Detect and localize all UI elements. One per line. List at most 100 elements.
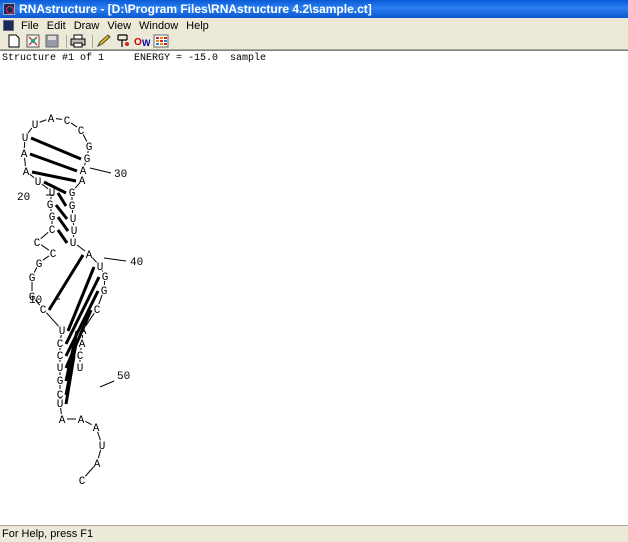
nucleotide-19: C <box>34 238 41 250</box>
index-label-30: 30 <box>114 169 127 181</box>
nucleotide-2: A <box>94 459 101 471</box>
index-label-40: 40 <box>130 257 143 269</box>
nucleotide-36: G <box>69 188 76 200</box>
backbone-link <box>40 244 50 251</box>
new-button[interactable] <box>6 34 22 49</box>
status-bar: For Help, press F1 <box>0 525 628 542</box>
menu-bar: File Edit Draw View Window Help <box>0 18 628 33</box>
nucleotide-39: U <box>71 226 78 238</box>
nucleotide-12: C <box>57 339 64 351</box>
backbone-link <box>45 312 60 327</box>
index-tick <box>103 257 127 262</box>
nucleotide-16: G <box>29 273 36 285</box>
backbone-link <box>42 255 50 261</box>
nucleotide-25: A <box>23 167 30 179</box>
menu-file[interactable]: File <box>17 20 43 32</box>
nucleotide-40: U <box>70 238 77 250</box>
nucleotide-41: A <box>86 250 93 262</box>
pencil-icon <box>96 34 111 48</box>
nucleotide-31: C <box>78 126 85 138</box>
nucleotide-24: U <box>35 177 42 189</box>
nucleotide-18: C <box>50 249 57 261</box>
title-bar: RNAstructure - [D:\Program Files\RNAstru… <box>0 0 628 18</box>
nucleotide-10: U <box>57 363 64 375</box>
save-icon <box>45 34 59 48</box>
nucleotide-17: G <box>36 259 43 271</box>
index-label-20: 20 <box>17 192 30 204</box>
nucleotide-48: C <box>77 351 84 363</box>
backbone-link <box>84 466 95 477</box>
open-icon <box>26 34 40 48</box>
nucleotide-35: A <box>79 176 86 188</box>
backbone-link <box>55 118 63 120</box>
nucleotide-49: U <box>77 363 84 375</box>
new-icon <box>8 34 20 48</box>
index-tick <box>89 167 112 174</box>
nucleotide-44: G <box>101 286 108 298</box>
menu-view[interactable]: View <box>103 20 135 32</box>
index-tick <box>99 380 115 388</box>
app-icon[interactable] <box>3 3 15 15</box>
dotplot-icon <box>153 34 169 48</box>
nucleotide-46: A <box>80 326 87 338</box>
nucleotide-20: C <box>49 225 56 237</box>
window-title: RNAstructure - [D:\Program Files\RNAstru… <box>19 2 372 16</box>
nucleotide-30: C <box>64 116 71 128</box>
toolbar-separator <box>92 34 93 48</box>
nucleotide-5: A <box>78 415 85 427</box>
menu-window[interactable]: Window <box>135 20 182 32</box>
nucleotide-11: C <box>57 351 64 363</box>
fold-button[interactable] <box>115 34 131 49</box>
nucleotide-23: U <box>49 188 56 200</box>
nucleotide-47: A <box>79 339 86 351</box>
nucleotide-21: G <box>49 212 56 224</box>
nucleotide-33: G <box>84 154 91 166</box>
nucleotide-43: G <box>102 272 109 284</box>
base-pair-bond <box>47 254 85 311</box>
base-pair-bond <box>56 192 68 207</box>
print-button[interactable] <box>70 34 86 49</box>
backbone-link <box>76 244 86 252</box>
structure-canvas[interactable]: Structure #1 of 1 ENERGY = -15.0 sample … <box>0 50 628 525</box>
nucleotide-13: U <box>59 326 66 338</box>
toolbar-separator <box>66 34 67 48</box>
nucleotide-28: U <box>32 120 39 132</box>
nucleotide-37: G <box>69 201 76 213</box>
base-pair-bond <box>54 204 69 220</box>
oligo-button[interactable]: OW <box>134 34 150 49</box>
nucleotide-22: G <box>47 200 54 212</box>
print-icon <box>70 34 86 48</box>
toolbar: OW <box>0 33 628 50</box>
fold-icon <box>117 34 129 47</box>
status-text: For Help, press F1 <box>2 528 94 540</box>
base-pair-bond <box>29 152 78 173</box>
nucleotide-27: U <box>22 133 29 145</box>
index-label-50: 50 <box>117 371 130 383</box>
nucleotide-9: G <box>57 376 64 388</box>
base-pair-bond <box>66 266 96 332</box>
menu-draw[interactable]: Draw <box>70 20 104 32</box>
pencil-button[interactable] <box>96 34 112 49</box>
save-button[interactable] <box>44 34 60 49</box>
open-button[interactable] <box>25 34 41 49</box>
menu-help[interactable]: Help <box>182 20 213 32</box>
nucleotide-8: C <box>57 390 64 402</box>
backbone-link <box>39 119 47 123</box>
document-icon[interactable] <box>3 20 14 31</box>
dotplot-button[interactable] <box>153 34 169 49</box>
index-label-10: 10 <box>29 295 42 307</box>
svg-text:O: O <box>134 37 142 48</box>
menu-edit[interactable]: Edit <box>43 20 70 32</box>
nucleotide-38: U <box>70 214 77 226</box>
backbone-link <box>70 122 78 128</box>
base-pair-bond <box>56 229 69 244</box>
nucleotide-4: A <box>93 423 100 435</box>
oligo-icon: OW <box>134 37 150 48</box>
nucleotide-26: A <box>21 149 28 161</box>
nucleotide-29: A <box>48 114 55 126</box>
backbone-link <box>40 231 49 240</box>
backbone-link <box>85 420 92 426</box>
nucleotide-32: G <box>86 142 93 154</box>
rna-structure-drawing: CAUAAAUCGUCCUCGGGCCCGGUUAAUU A CCGGAAGGUUU… <box>17 114 143 488</box>
nucleotide-3: U <box>99 441 106 453</box>
